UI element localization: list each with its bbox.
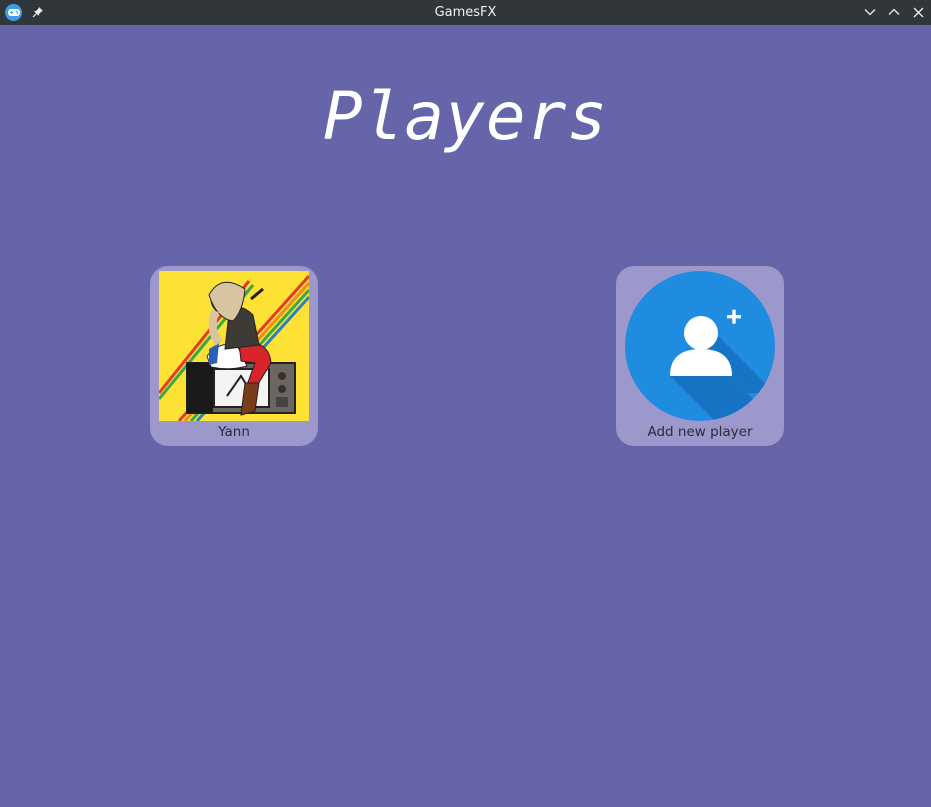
add-player-label: Add new player (647, 424, 753, 440)
window-titlebar: GamesFX (0, 0, 931, 25)
close-icon[interactable] (910, 4, 926, 20)
add-player-button[interactable]: Add new player (616, 266, 784, 446)
minimize-icon[interactable] (862, 4, 878, 20)
player-name: Yann (218, 424, 250, 440)
add-user-icon (625, 271, 775, 421)
character-on-tv-image (159, 271, 309, 421)
maximize-icon[interactable] (886, 4, 902, 20)
window-title: GamesFX (434, 5, 497, 20)
page-title: Players (322, 78, 609, 155)
player-card-yann[interactable]: Yann (150, 266, 318, 446)
